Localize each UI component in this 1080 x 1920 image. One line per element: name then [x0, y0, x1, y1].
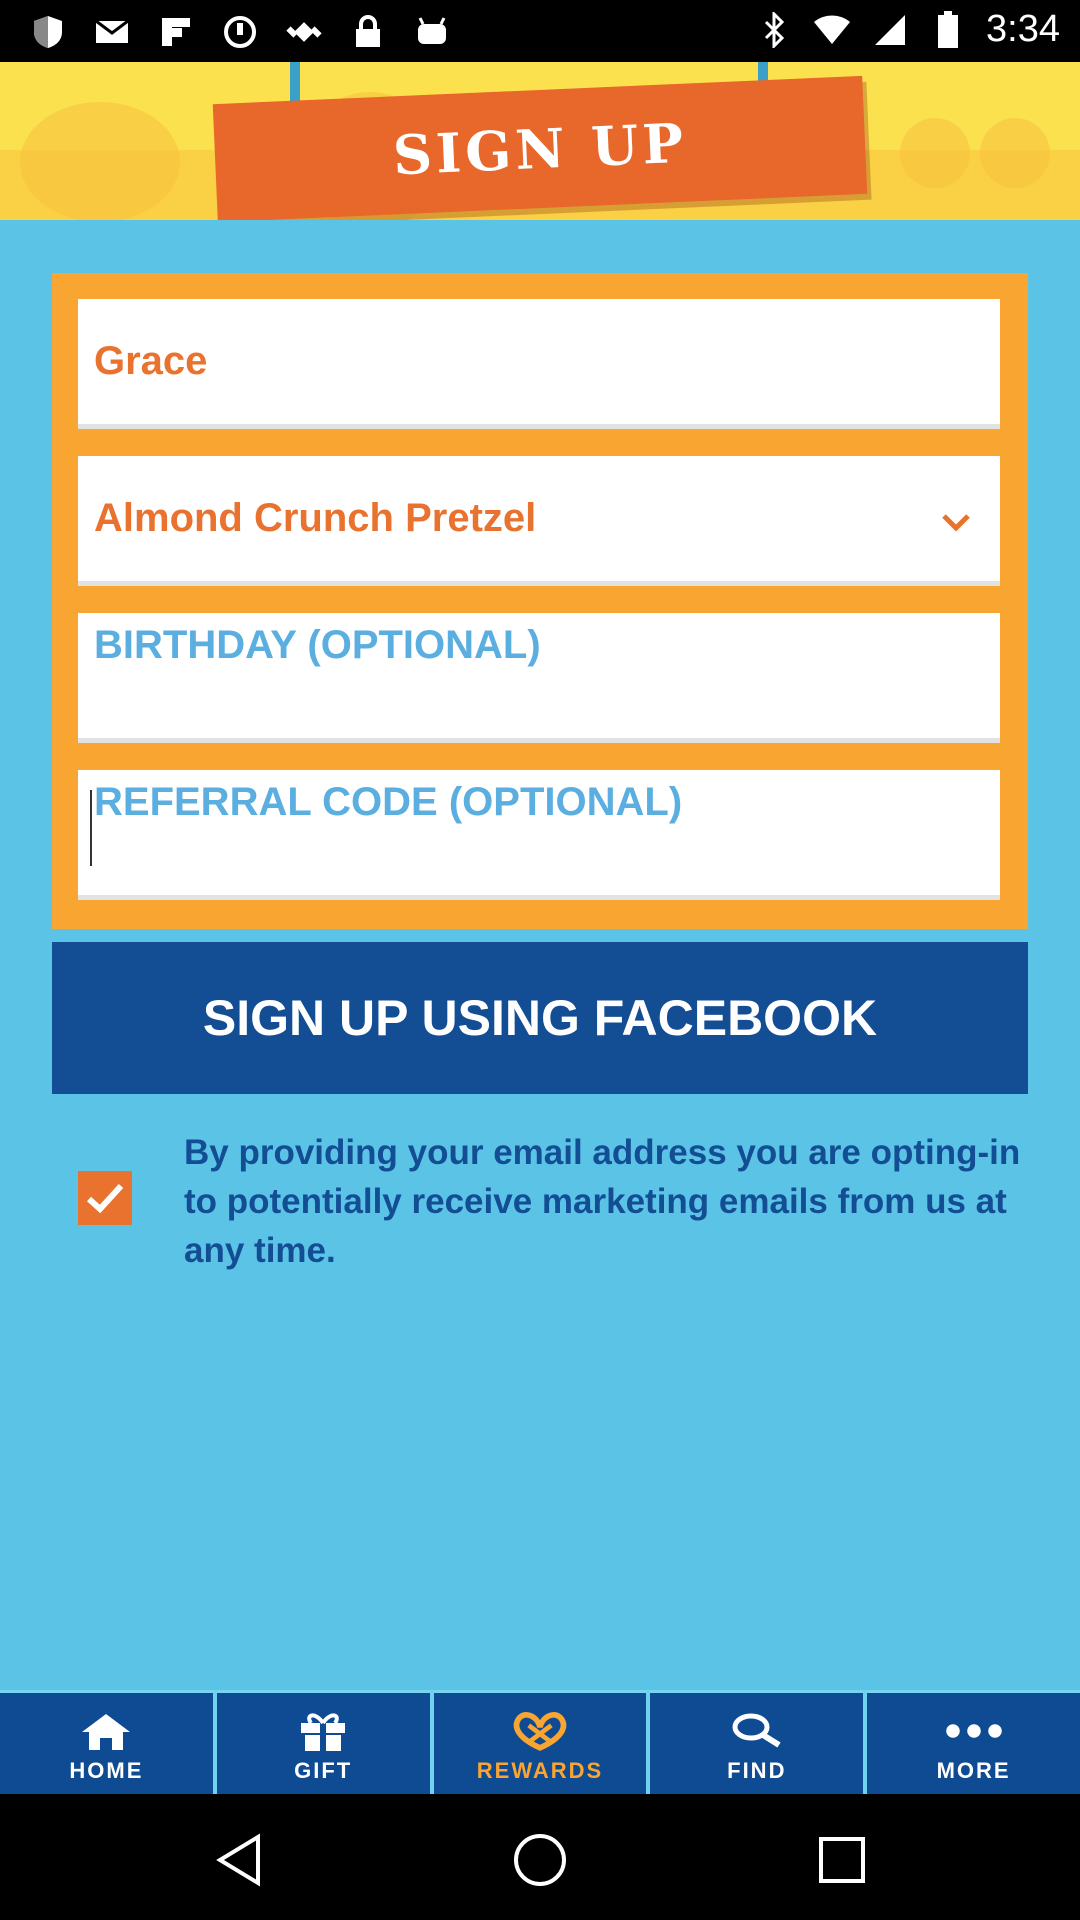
name-field[interactable]: Grace — [78, 299, 1000, 429]
pretzel-icon — [510, 1708, 570, 1754]
text-cursor — [90, 790, 92, 866]
bluetooth-icon — [754, 10, 794, 50]
circle-icon — [220, 12, 260, 52]
signal-icon — [870, 10, 910, 50]
optin-checkbox[interactable] — [78, 1171, 132, 1225]
birthday-placeholder: BIRTHDAY (OPTIONAL) — [94, 623, 541, 667]
header-banner: SIGN UP — [0, 62, 1080, 220]
home-button-icon[interactable] — [512, 1832, 568, 1888]
bottom-nav: HOME GIFT REWARDS FIND MORE — [0, 1690, 1080, 1794]
name-value: Grace — [94, 339, 208, 383]
shield-icon — [28, 12, 68, 52]
mail-icon — [92, 12, 132, 52]
nav-find[interactable]: FIND — [650, 1690, 864, 1794]
search-icon — [727, 1708, 787, 1754]
referral-code-field[interactable]: REFERRAL CODE (OPTIONAL) — [78, 770, 1000, 900]
back-icon[interactable] — [212, 1832, 268, 1888]
fake-gps-icon — [284, 12, 324, 52]
system-nav-bar — [0, 1794, 1080, 1920]
battery-icon — [928, 10, 968, 50]
home-icon — [76, 1708, 136, 1754]
nav-find-label: FIND — [727, 1758, 787, 1783]
recents-icon[interactable] — [814, 1832, 870, 1888]
wifi-icon — [812, 10, 852, 50]
nav-home-label: HOME — [69, 1758, 144, 1783]
favorite-pretzel-select[interactable]: Almond Crunch Pretzel — [78, 456, 1000, 586]
lock-icon — [348, 12, 388, 52]
favorite-pretzel-value: Almond Crunch Pretzel — [94, 496, 537, 540]
optin-text: By providing your email address you are … — [184, 1133, 1021, 1270]
birthday-field[interactable]: BIRTHDAY (OPTIONAL) — [78, 613, 1000, 743]
status-time: 3:34 — [986, 8, 1060, 50]
facebook-signup-button[interactable]: SIGN UP USING FACEBOOK — [52, 942, 1028, 1094]
chevron-down-icon[interactable] — [936, 502, 976, 542]
checkmark-icon — [86, 1183, 124, 1214]
nav-home[interactable]: HOME — [0, 1690, 213, 1794]
flipboard-icon — [156, 12, 196, 52]
gift-icon — [293, 1708, 353, 1754]
nav-rewards-label: REWARDS — [476, 1758, 604, 1783]
nav-gift[interactable]: GIFT — [216, 1690, 430, 1794]
nav-gift-label: GIFT — [294, 1758, 353, 1783]
nav-rewards[interactable]: REWARDS — [433, 1690, 647, 1794]
nav-more[interactable]: MORE — [867, 1690, 1080, 1794]
nav-more-label: MORE — [936, 1758, 1011, 1783]
page-title: SIGN UP — [391, 110, 689, 188]
referral-code-placeholder: REFERRAL CODE (OPTIONAL) — [94, 780, 683, 824]
android-icon — [412, 12, 452, 52]
status-bar: 3:34 — [0, 0, 1080, 62]
more-icon — [944, 1708, 1004, 1754]
signup-form: Grace Almond Crunch Pretzel BIRTHDAY (OP… — [52, 273, 1028, 929]
